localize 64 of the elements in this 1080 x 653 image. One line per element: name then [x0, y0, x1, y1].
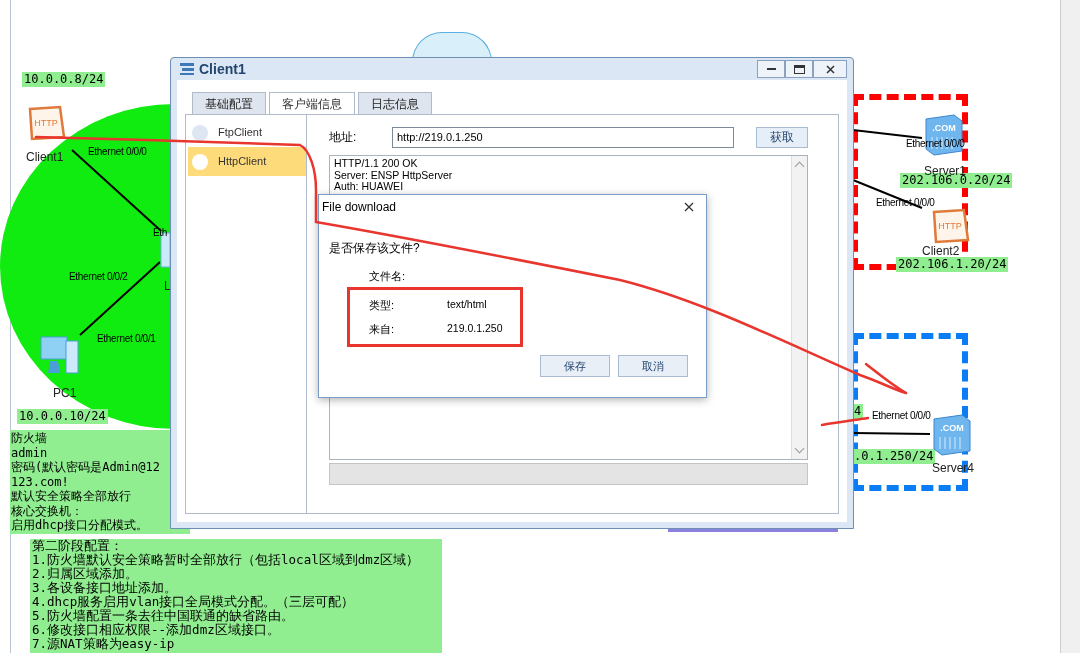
sidebar-item[interactable]: HttpClient: [188, 147, 306, 176]
window-title: Client1: [199, 59, 246, 79]
note-line: 4.dhcp服务启用vlan接口全局模式分配。（三层可配）: [31, 595, 356, 609]
port-label: Ethernet 0/0/2: [69, 270, 128, 284]
note-line: 默认安全策略全部放行: [10, 489, 132, 504]
note-line: 密码(默认密码是Admin@12: [10, 460, 162, 475]
field-label: 类型:: [369, 297, 396, 313]
dialog-button[interactable]: 保存: [540, 355, 610, 377]
note-line: 7.源NAT策略为easy-ip: [31, 637, 176, 651]
port-label: Eth: [153, 226, 168, 240]
field-label: 文件名:: [369, 268, 407, 284]
response-line: HTTP/1.1 200 OK: [334, 158, 419, 170]
note-line: 防火墙: [10, 431, 48, 446]
device-label: Client2: [922, 243, 960, 259]
client-device-icon: HTTP: [26, 105, 66, 141]
computer-icon: [38, 333, 82, 377]
device-label: L: [164, 278, 171, 295]
field-value: text/html: [447, 297, 487, 313]
link-line: [852, 129, 923, 139]
port-label: Ethernet 0/0/0: [88, 145, 147, 159]
dialog-button[interactable]: 取消: [618, 355, 688, 377]
note-line: 核心交换机：: [10, 503, 84, 518]
tab[interactable]: 日志信息: [358, 92, 432, 114]
scrollbar[interactable]: [791, 156, 807, 459]
network-icon: [179, 62, 195, 76]
port-label: Ethernet 0/0/0: [872, 409, 931, 423]
note-line: 123.com!: [10, 474, 70, 489]
sidebar-label: HttpClient: [218, 154, 267, 170]
client-device-icon: HTTP: [930, 208, 970, 244]
ip-address-label: 202.106.1.20/24: [896, 257, 1009, 272]
response-line: Auth: HUAWEI: [334, 181, 404, 193]
tab[interactable]: 基础配置: [192, 92, 266, 114]
ip-address-label: 10.0.0.10/24: [17, 409, 108, 424]
note-line: 启用dhcp接口分配模式。: [10, 518, 149, 533]
address-label: 地址:: [329, 129, 358, 146]
address-field[interactable]: http://219.0.1.250: [392, 126, 734, 148]
dialog-question: 是否保存该文件?: [329, 240, 421, 257]
note-line: 2.归属区域添加。: [31, 567, 140, 581]
minimize-button[interactable]: [757, 60, 785, 78]
close-icon: [825, 64, 835, 74]
response-line: Server: ENSP HttpServer: [334, 169, 454, 181]
close-icon[interactable]: [684, 202, 694, 212]
minimize-icon: [766, 68, 776, 70]
ip-address-label: .0.1.250/24: [852, 449, 936, 464]
field-value: 219.0.1.250: [447, 321, 503, 337]
dialog-title: File download: [322, 199, 397, 216]
maximize-button[interactable]: [785, 60, 813, 78]
sidebar-item[interactable]: FtpClient: [188, 118, 306, 147]
field-label: 来自:: [369, 321, 396, 337]
note-line: 第二阶段配置：: [31, 539, 124, 553]
note-line: 3.各设备接口地址添加。: [31, 581, 179, 595]
close-button[interactable]: [813, 60, 847, 78]
fetch-button[interactable]: 获取: [756, 126, 808, 148]
tab[interactable]: 客户端信息: [269, 92, 355, 114]
note-line: 1.防火墙默认安全策略暂时全部放行（包括local区域到dmz区域）: [31, 553, 421, 567]
ip-address-label: 10.0.0.8/24: [22, 72, 106, 87]
port-label: Ethernet 0/0/0: [876, 196, 935, 210]
annotation-stroke: [820, 416, 870, 427]
port-label: Ethernet 0/0/1: [97, 332, 156, 346]
note-line: 5.防火墙配置一条去往中国联通的缺省路由。: [31, 609, 296, 623]
maximize-icon: [793, 64, 805, 74]
sidebar-label: FtpClient: [218, 125, 263, 141]
note-line: 6.修改接口相应权限--添加dmz区域接口。: [31, 623, 281, 637]
note-line: admin: [10, 445, 49, 460]
